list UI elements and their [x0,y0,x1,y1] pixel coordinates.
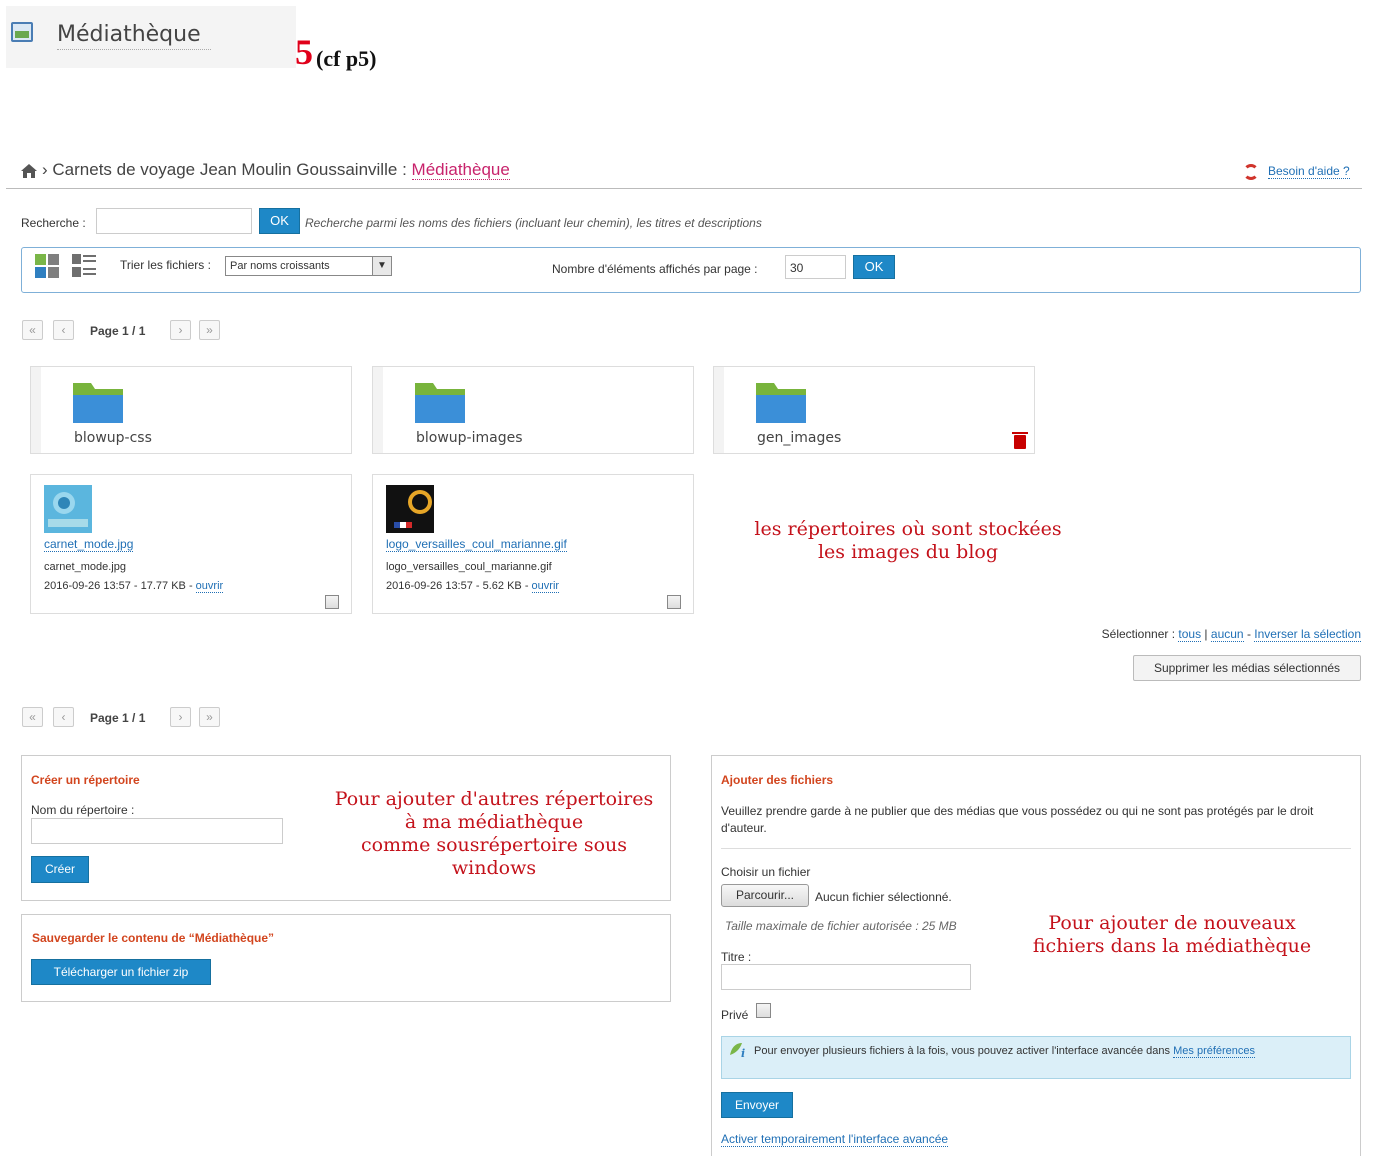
browse-button[interactable]: Parcourir... [721,884,809,907]
create-directory-annotation: Pour ajouter d'autres répertoires à ma m… [334,788,654,879]
folder-name[interactable]: gen_images [757,430,841,446]
sort-label: Trier les fichiers : [120,258,211,272]
backup-panel: Sauvegarder le contenu de “Médiathèque” … [21,914,671,1002]
per-page-label: Nombre d'éléments affichés par page : [552,262,758,276]
folder-icon [415,383,465,423]
info-text-wrap: Pour envoyer plusieurs fichiers à la foi… [730,1043,1340,1060]
step-reference: (cf p5) [316,46,377,71]
selection-label: Sélectionner : [1101,627,1176,641]
upload-warning: Veuillez prendre garde à ne publier que … [721,804,1314,835]
sort-select[interactable]: Par noms croissants [225,256,392,276]
no-file-text: Aucun fichier sélectionné. [815,890,952,904]
file-checkbox[interactable] [667,595,681,609]
open-file-link[interactable]: ouvrir [195,580,224,593]
backup-title: Sauvegarder le contenu de “Médiathèque” [32,931,275,945]
directory-name-input[interactable] [31,818,283,844]
create-directory-title: Créer un répertoire [31,773,140,787]
select-all-link[interactable]: tous [1178,627,1202,642]
page-indicator: Page 1 / 1 [90,711,146,725]
breadcrumb-current[interactable]: Médiathèque [411,160,510,180]
title-underline [57,49,211,50]
invert-selection-link[interactable]: Inverser la sélection [1254,627,1361,642]
upload-divider [721,848,1351,849]
private-label: Privé [721,1008,749,1022]
selection-separator: | [1204,627,1208,641]
info-text: Pour envoyer plusieurs fichiers à la foi… [754,1045,1174,1057]
folder-card[interactable]: gen_images [713,366,1035,454]
folder-card[interactable]: blowup-css [30,366,352,454]
per-page-input[interactable]: 30 [785,255,846,279]
help-link[interactable]: Besoin d'aide ? [1268,164,1350,179]
breadcrumb-blog: Carnets de voyage Jean Moulin Goussainvi… [52,160,398,179]
last-page-button[interactable]: » [199,320,220,340]
private-checkbox[interactable] [756,1003,771,1018]
prev-page-button[interactable]: ‹ [53,707,74,727]
trash-icon[interactable] [1012,432,1028,449]
breadcrumb: › Carnets de voyage Jean Moulin Goussain… [42,160,510,180]
preferences-link[interactable]: Mes préférences [1173,1045,1256,1058]
list-view-icon[interactable] [72,254,96,278]
step-number: 5 [295,32,313,72]
add-files-annotation: Pour ajouter de nouveaux fichiers dans l… [1032,912,1312,957]
first-page-button[interactable]: « [22,707,43,727]
last-page-button[interactable]: » [199,707,220,727]
title-input[interactable] [721,964,971,990]
folder-card[interactable]: blowup-images [372,366,694,454]
page-indicator: Page 1 / 1 [90,324,146,338]
file-meta: 2016-09-26 13:57 - 5.62 KB - ouvrir [386,580,560,593]
file-meta-text: 2016-09-26 13:57 - 5.62 KB - [386,580,532,592]
file-checkbox[interactable] [325,595,339,609]
lifebuoy-icon [1243,164,1259,180]
send-button[interactable]: Envoyer [721,1092,793,1118]
grid-view-icon[interactable] [35,254,59,278]
media-library-icon [11,22,33,42]
search-label: Recherche : [21,216,86,230]
file-name: logo_versailles_coul_marianne.gif [386,561,552,573]
advanced-interface-link[interactable]: Activer temporairement l'interface avanc… [721,1132,949,1147]
open-file-link[interactable]: ouvrir [531,580,560,593]
download-zip-button[interactable]: Télécharger un fichier zip [31,959,211,985]
file-card: logo_versailles_coul_marianne.gif logo_v… [372,474,694,614]
choose-file-label: Choisir un fichier [721,865,811,879]
search-help-text: Recherche parmi les noms des fichiers (i… [305,216,762,230]
create-directory-button[interactable]: Créer [31,856,89,883]
file-meta: 2016-09-26 13:57 - 17.77 KB - ouvrir [44,580,224,593]
title-label: Titre : [721,950,752,964]
upload-title: Ajouter des fichiers [721,773,834,787]
home-icon[interactable] [20,163,38,179]
search-input[interactable] [96,208,252,234]
divider [6,188,1362,189]
breadcrumb-colon: : [402,160,407,179]
chevron-down-icon[interactable]: ▼ [372,257,391,275]
folder-name[interactable]: blowup-css [74,430,152,446]
folder-name[interactable]: blowup-images [416,430,523,446]
file-link[interactable]: logo_versailles_coul_marianne.gif [386,537,567,552]
directory-name-label: Nom du répertoire : [31,803,135,817]
selection-separator: - [1246,627,1251,641]
next-page-button[interactable]: › [170,320,191,340]
per-page-ok-button[interactable]: OK [853,255,895,279]
next-page-button[interactable]: › [170,707,191,727]
prev-page-button[interactable]: ‹ [53,320,74,340]
search-ok-button[interactable]: OK [259,208,300,234]
selection-row: Sélectionner : tous | aucun - Inverser l… [1101,627,1361,642]
first-page-button[interactable]: « [22,320,43,340]
file-card: carnet_mode.jpg carnet_mode.jpg 2016-09-… [30,474,352,614]
folder-icon [756,383,806,423]
info-box: i Pour envoyer plusieurs fichiers à la f… [721,1036,1351,1079]
max-size-text: Taille maximale de fichier autorisée : 2… [725,919,957,933]
file-name: carnet_mode.jpg [44,561,126,573]
folder-icon [73,383,123,423]
file-thumbnail[interactable] [386,485,434,533]
page-title[interactable]: Médiathèque [57,22,201,47]
select-none-link[interactable]: aucun [1210,627,1244,642]
file-thumbnail[interactable] [44,485,92,533]
file-link[interactable]: carnet_mode.jpg [44,537,134,552]
folders-annotation: les répertoires où sont stockées les ima… [754,518,1062,563]
file-meta-text: 2016-09-26 13:57 - 17.77 KB - [44,580,196,592]
delete-selected-button[interactable]: Supprimer les médias sélectionnés [1133,655,1361,681]
breadcrumb-separator: › [42,160,48,179]
